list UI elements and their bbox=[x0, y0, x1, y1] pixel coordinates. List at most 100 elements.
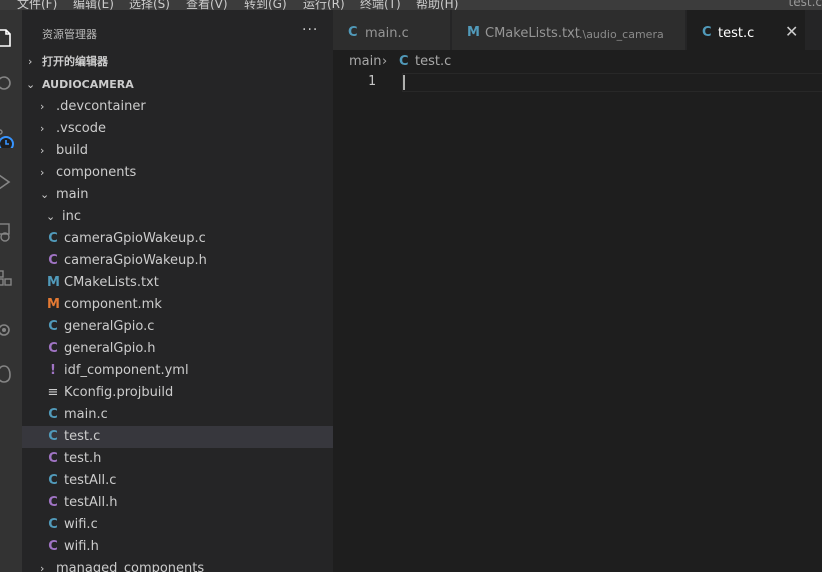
c-file-icon: C bbox=[348, 25, 358, 40]
line-number: 1 bbox=[368, 74, 376, 89]
activity-bar bbox=[0, 10, 22, 572]
project-label: AUDIOCAMERA bbox=[42, 78, 134, 91]
menu-terminal[interactable]: 终端(T) bbox=[360, 0, 401, 10]
tree-file[interactable]: CtestAll.c bbox=[22, 470, 333, 492]
c-file-icon: C bbox=[48, 473, 58, 488]
c-file-icon: C bbox=[48, 231, 58, 246]
c-file-icon: C bbox=[48, 517, 58, 532]
tree-item-label: testAll.c bbox=[64, 473, 117, 488]
breadcrumb: main › C test.c bbox=[333, 50, 822, 74]
run-debug-icon[interactable] bbox=[0, 172, 14, 192]
h-file-icon: C bbox=[48, 539, 58, 554]
menu-view[interactable]: 查看(V) bbox=[186, 0, 228, 10]
tree-file[interactable]: CgeneralGpio.c bbox=[22, 316, 333, 338]
text-cursor bbox=[403, 75, 405, 90]
chevron-down-icon: ⌄ bbox=[26, 78, 36, 91]
menu-help[interactable]: 帮助(H) bbox=[416, 0, 458, 10]
menu-file[interactable]: 文件(F) bbox=[17, 0, 57, 10]
tree-item-label: wifi.c bbox=[64, 517, 98, 532]
tree-folder[interactable]: › build bbox=[22, 140, 333, 162]
yaml-file-icon: ! bbox=[50, 363, 56, 378]
tree-item-label: cameraGpioWakeup.c bbox=[64, 231, 206, 246]
code-editor[interactable]: 1 bbox=[333, 73, 822, 572]
menu-edit[interactable]: 编辑(E) bbox=[73, 0, 114, 10]
tree-file[interactable]: Ctest.c bbox=[22, 426, 333, 448]
menu-selection[interactable]: 选择(S) bbox=[129, 0, 170, 10]
tree-item-label: .vscode bbox=[56, 121, 106, 136]
breadcrumb-file[interactable]: test.c bbox=[415, 54, 451, 69]
espressif-icon[interactable] bbox=[0, 320, 14, 340]
tree-file[interactable]: CgeneralGpio.h bbox=[22, 338, 333, 360]
accounts-icon[interactable] bbox=[0, 364, 14, 384]
open-editors-label: 打开的编辑器 bbox=[42, 55, 108, 68]
tree-item-label: generalGpio.c bbox=[64, 319, 155, 334]
tree-item-label: managed_components bbox=[56, 561, 205, 572]
tab-description: ...\audio_camera bbox=[572, 28, 664, 41]
current-line-highlight bbox=[402, 73, 822, 92]
tree-file[interactable]: CcameraGpioWakeup.c bbox=[22, 228, 333, 250]
tree-item-label: generalGpio.h bbox=[64, 341, 156, 356]
tree-file[interactable]: Cwifi.h bbox=[22, 536, 333, 558]
tree-item-label: inc bbox=[62, 209, 81, 224]
c-file-icon: C bbox=[48, 429, 58, 444]
project-section[interactable]: ⌄ AUDIOCAMERA bbox=[22, 74, 333, 96]
tab-test-c[interactable]: C test.c ✕ bbox=[687, 10, 806, 50]
tree-folder[interactable]: ⌄ main bbox=[22, 184, 333, 206]
tree-item-label: .devcontainer bbox=[56, 99, 146, 114]
tree-item-label: build bbox=[56, 143, 88, 158]
tree-file[interactable]: Cmain.c bbox=[22, 404, 333, 426]
tree-file[interactable]: CtestAll.h bbox=[22, 492, 333, 514]
close-icon[interactable]: ✕ bbox=[785, 22, 798, 41]
chevron-down-icon: ⌄ bbox=[40, 188, 50, 201]
chevron-right-icon: › bbox=[40, 100, 45, 113]
extensions-icon[interactable] bbox=[0, 268, 14, 288]
tree-file[interactable]: ≡ Kconfig.projbuild bbox=[22, 382, 333, 404]
tree-file[interactable]: M CMakeLists.txt bbox=[22, 272, 333, 294]
tree-item-label: component.mk bbox=[64, 297, 162, 312]
h-file-icon: C bbox=[48, 451, 58, 466]
tree-file[interactable]: Cwifi.c bbox=[22, 514, 333, 536]
c-file-icon: C bbox=[702, 25, 712, 40]
tree-item-label: idf_component.yml bbox=[64, 363, 189, 378]
tab-main-c[interactable]: C main.c bbox=[333, 10, 451, 50]
tree-folder[interactable]: › components bbox=[22, 162, 333, 184]
tab-label: test.c bbox=[718, 26, 755, 41]
tree-file[interactable]: Ctest.h bbox=[22, 448, 333, 470]
more-actions-button[interactable]: ··· bbox=[302, 22, 318, 38]
tree-item-label: test.c bbox=[64, 429, 101, 444]
cmake-file-icon: M bbox=[47, 275, 60, 290]
makefile-icon: M bbox=[47, 297, 60, 312]
files-icon[interactable] bbox=[0, 28, 14, 48]
tree-folder[interactable]: › .devcontainer bbox=[22, 96, 333, 118]
tree-item-label: wifi.h bbox=[64, 539, 99, 554]
tree-item-label: testAll.h bbox=[64, 495, 118, 510]
search-icon[interactable] bbox=[0, 74, 14, 94]
h-file-icon: C bbox=[48, 253, 58, 268]
chevron-right-icon: › bbox=[382, 54, 388, 69]
window-title: test.c bbox=[788, 0, 822, 9]
c-file-icon: C bbox=[48, 319, 58, 334]
tree-file[interactable]: Mcomponent.mk bbox=[22, 294, 333, 316]
tree-folder[interactable]: › managed_components bbox=[22, 558, 333, 572]
tab-cmakelists[interactable]: M CMakeLists.txt ...\audio_camera bbox=[452, 10, 686, 50]
cmake-file-icon: M bbox=[467, 25, 480, 40]
tab-label: CMakeLists.txt bbox=[485, 26, 580, 41]
tree-folder[interactable]: › .vscode bbox=[22, 118, 333, 140]
tree-item-label: test.h bbox=[64, 451, 102, 466]
c-file-icon: C bbox=[48, 407, 58, 422]
menu-bar: 文件(F) 编辑(E) 选择(S) 查看(V) 转到(G) 运行(R) 终端(T… bbox=[0, 0, 822, 10]
menu-go[interactable]: 转到(G) bbox=[244, 0, 287, 10]
breadcrumb-folder[interactable]: main bbox=[349, 54, 381, 69]
tree-folder[interactable]: ⌄ inc bbox=[22, 206, 333, 228]
tree-item-label: CMakeLists.txt bbox=[64, 275, 159, 290]
explorer-sidebar: 资源管理器 ··· › 打开的编辑器 ⌄ AUDIOCAMERA › .devco… bbox=[22, 10, 333, 572]
tree-file[interactable]: CcameraGpioWakeup.h bbox=[22, 250, 333, 272]
c-file-icon: C bbox=[399, 54, 409, 69]
tree-item-label: Kconfig.projbuild bbox=[64, 385, 174, 400]
tree-item-label: main bbox=[56, 187, 89, 202]
open-editors-section[interactable]: › 打开的编辑器 bbox=[22, 51, 333, 73]
tree-file[interactable]: ! idf_component.yml bbox=[22, 360, 333, 382]
menu-run[interactable]: 运行(R) bbox=[303, 0, 345, 10]
source-control-icon[interactable] bbox=[0, 128, 14, 152]
remote-explorer-icon[interactable] bbox=[0, 222, 14, 242]
